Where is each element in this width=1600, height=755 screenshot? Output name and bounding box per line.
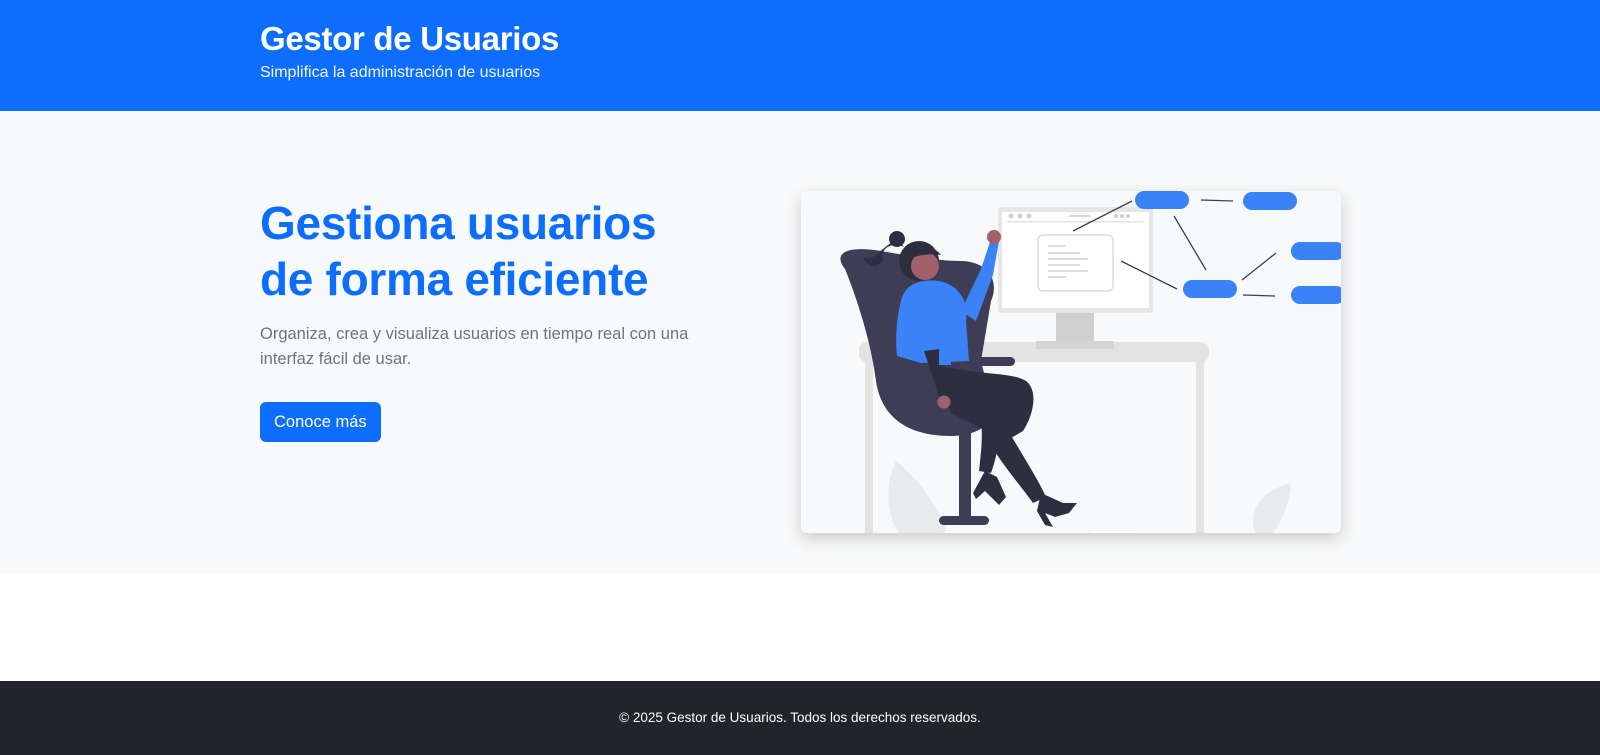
hero-title-line1: Gestiona usuarios	[260, 197, 657, 249]
woman-at-desk-illustration-icon	[840, 191, 1341, 533]
app-title: Gestor de Usuarios	[260, 20, 560, 57]
header-brand: Gestor de Usuarios Simplifica la adminis…	[260, 18, 559, 82]
hero-section: Gestiona usuarios de forma eficiente Org…	[0, 111, 1600, 573]
hero-copy: Gestiona usuarios de forma eficiente Org…	[260, 195, 690, 442]
site-header: Gestor de Usuarios Simplifica la adminis…	[0, 0, 1600, 111]
hero-title-line2: de forma eficiente	[260, 253, 649, 305]
app-tagline: Simplifica la administración de usuarios	[260, 64, 541, 81]
hero-lead: Organiza, crea y visualiza usuarios en t…	[260, 325, 689, 368]
hero-title: Gestiona usuarios de forma eficiente	[260, 195, 690, 307]
learn-more-button[interactable]: Conoce más	[260, 402, 381, 442]
site-footer: © 2025 Gestor de Usuarios. Todos los der…	[0, 681, 1600, 755]
copyright-text: © 2025 Gestor de Usuarios. Todos los der…	[619, 710, 981, 725]
hero-illustration	[801, 191, 1341, 533]
